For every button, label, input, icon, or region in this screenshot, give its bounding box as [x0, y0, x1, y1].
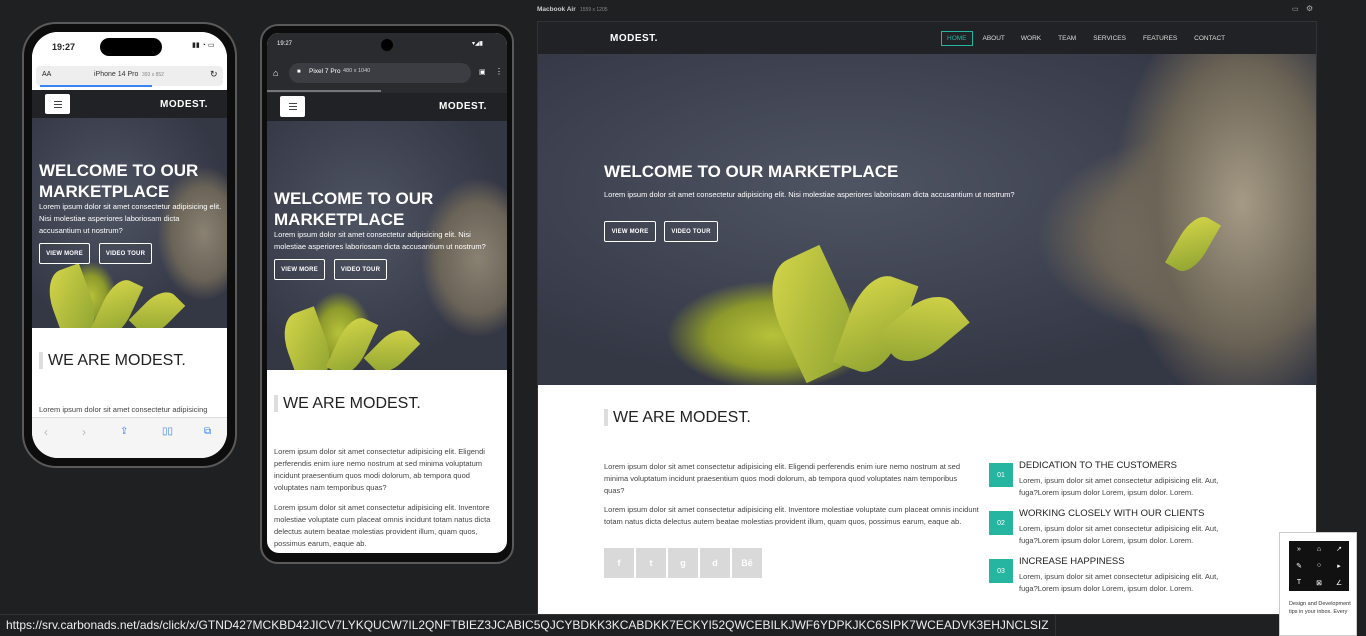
nav-item-work[interactable]: WORK — [1021, 31, 1041, 46]
line-icon: ∠ — [1335, 579, 1343, 587]
feature-item: 02 WORKING CLOSELY WITH OUR CLIENTS Lore… — [989, 506, 1239, 552]
ad-text: Design and Development tips in your inbo… — [1289, 601, 1351, 615]
ad-image: » ⌂ ↗ ✎ ○ ▸ T ⊠ ∠ — [1289, 541, 1349, 591]
pixel-screen: 19:27 ▾◢▮ ⌂ ■ Pixel 7 Pro 480 x 1040 ▣ ⋮… — [267, 33, 507, 553]
dribbble-icon[interactable]: d — [700, 548, 730, 578]
device-label: Pixel 7 Pro — [309, 68, 341, 75]
hamburger-menu-icon[interactable] — [280, 96, 305, 117]
text-icon: T — [1296, 579, 1302, 587]
section-paragraph-2: Lorem ipsum dolor sit amet consectetur a… — [604, 505, 979, 526]
section-paragraph-2: Lorem ipsum dolor sit amet consectetur a… — [274, 503, 491, 548]
section-paragraph-1: Lorem ipsum dolor sit amet consectetur a… — [274, 447, 485, 492]
text-size-button[interactable]: AA — [42, 71, 51, 78]
reload-icon[interactable]: ↻ — [210, 69, 218, 80]
status-bar-url: https://srv.carbonads.net/ads/click/x/GT… — [0, 614, 1056, 636]
section-paragraph-1: Lorem ipsum dolor sit amet consectetur a… — [604, 462, 961, 495]
nav-item-services[interactable]: SERVICES — [1093, 31, 1126, 46]
facebook-icon[interactable]: f — [604, 548, 634, 578]
nav-item-contact[interactable]: CONTACT — [1194, 31, 1225, 46]
device-dims: 393 x 852 — [142, 72, 164, 78]
video-tour-button[interactable]: VIDEO TOUR — [334, 259, 387, 280]
hero-section — [538, 54, 1316, 385]
feature-number-badge: 03 — [989, 559, 1013, 583]
tabs-icon[interactable]: ▣ — [479, 68, 486, 76]
nav-item-home[interactable]: HOME — [941, 31, 973, 46]
feature-title: WORKING CLOSELY WITH OUR CLIENTS — [1019, 508, 1205, 519]
google-icon[interactable]: g — [668, 548, 698, 578]
iphone-frame: 19:27 ▮▮ ◔ ▭ AA iPhone 14 Pro 393 x 852 … — [22, 22, 237, 468]
nav-item-about[interactable]: ABOUT — [983, 31, 1005, 46]
feature-item: 03 INCREASE HAPPINESS Lorem, ipsum dolor… — [989, 554, 1239, 600]
device-dims: 480 x 1040 — [343, 68, 371, 74]
lasso-icon: ○ — [1316, 562, 1322, 570]
signal-icons: ▮▮ ◔ ▭ — [192, 42, 215, 49]
feature-text: Lorem, ipsum dolor sit amet consectetur … — [1019, 476, 1219, 497]
settings-icon[interactable]: ⚙ — [1306, 4, 1313, 13]
screenshot-icon[interactable]: ▭ — [1292, 5, 1299, 13]
twitter-icon[interactable]: t — [636, 548, 666, 578]
social-icons: f t g d Bē — [604, 548, 762, 578]
arrow-icon: ↗ — [1336, 546, 1342, 554]
browser-toolbar — [32, 417, 227, 458]
frame-icon: ⊠ — [1316, 579, 1322, 587]
feature-title: DEDICATION TO THE CUSTOMERS — [1019, 460, 1178, 471]
lock-icon: ■ — [297, 69, 301, 75]
feature-text: Lorem, ipsum dolor sit amet consectetur … — [1019, 572, 1219, 593]
pen-icon: ✎ — [1296, 562, 1302, 570]
hero-text: Lorem ipsum dolor sit amet consectetur a… — [274, 230, 486, 251]
nav-item-team[interactable]: TEAM — [1058, 31, 1076, 46]
view-more-button[interactable]: VIEW MORE — [274, 259, 325, 280]
hero-text: Lorem ipsum dolor sit amet consectetur a… — [604, 190, 1015, 199]
hero-title: WELCOME TO OUR MARKETPLACE — [274, 189, 434, 229]
feature-text: Lorem, ipsum dolor sit amet consectetur … — [1019, 524, 1219, 545]
device-label: iPhone 14 Pro — [94, 71, 139, 78]
section-paragraph: Lorem ipsum dolor sit amet consectetur a… — [39, 405, 208, 414]
home-icon[interactable]: ⌂ — [273, 68, 278, 78]
camera-dot — [381, 39, 393, 51]
nav-item-features[interactable]: FEATURES — [1143, 31, 1177, 46]
tabs-icon[interactable]: ⧉ — [204, 426, 211, 437]
hero-title: WELCOME TO OUR MARKETPLACE — [604, 162, 899, 181]
hero-text: Lorem ipsum dolor sit amet consectetur a… — [39, 202, 222, 235]
forward-icon[interactable]: › — [82, 425, 86, 439]
site-logo[interactable]: MODEST. — [439, 101, 487, 112]
site-logo[interactable]: MODEST. — [610, 33, 658, 44]
nav-links: HOME ABOUT WORK TEAM SERVICES FEATURES C… — [941, 31, 1225, 46]
feature-number-badge: 02 — [989, 511, 1013, 535]
dynamic-island — [100, 38, 162, 56]
home-icon: ⌂ — [1316, 545, 1322, 553]
iphone-screen: 19:27 ▮▮ ◔ ▭ AA iPhone 14 Pro 393 x 852 … — [32, 32, 227, 458]
feature-title: INCREASE HAPPINESS — [1019, 556, 1125, 567]
cursor-icon: ▸ — [1337, 562, 1341, 570]
pixel-frame: 19:27 ▾◢▮ ⌂ ■ Pixel 7 Pro 480 x 1040 ▣ ⋮… — [260, 24, 514, 564]
site-logo[interactable]: MODEST. — [160, 99, 208, 110]
status-time: 19:27 — [52, 42, 76, 52]
share-icon[interactable]: ⇪ — [120, 426, 128, 437]
back-icon[interactable]: ‹ — [44, 425, 48, 439]
video-tour-button[interactable]: VIDEO TOUR — [664, 221, 718, 242]
section-title: WE ARE MODEST. — [613, 409, 751, 426]
section-title: WE ARE MODEST. — [283, 395, 421, 412]
hamburger-menu-icon[interactable] — [45, 94, 70, 114]
section-title: WE ARE MODEST. — [48, 352, 186, 369]
chevrons-icon: » — [1297, 545, 1301, 553]
signal-icons: ▾◢▮ — [472, 41, 483, 47]
carbon-ad[interactable]: » ⌂ ↗ ✎ ○ ▸ T ⊠ ∠ Design and Development… — [1279, 532, 1357, 636]
desktop-viewport: MODEST. HOME ABOUT WORK TEAM SERVICES FE… — [537, 21, 1317, 615]
feature-item: 01 DEDICATION TO THE CUSTOMERS Lorem, ip… — [989, 458, 1239, 504]
kebab-menu-icon[interactable]: ⋮ — [495, 67, 503, 76]
device-dims: 1559 x 1205 — [580, 7, 608, 13]
feature-number-badge: 01 — [989, 463, 1013, 487]
device-label: Macbook Air — [537, 6, 576, 13]
video-tour-button[interactable]: VIDEO TOUR — [99, 243, 152, 264]
view-more-button[interactable]: VIEW MORE — [604, 221, 656, 242]
behance-icon[interactable]: Bē — [732, 548, 762, 578]
bookmarks-icon[interactable]: ▯▯ — [162, 426, 173, 437]
hero-title: WELCOME TO OUR MARKETPLACE — [39, 161, 199, 201]
status-time: 19:27 — [277, 41, 293, 47]
view-more-button[interactable]: VIEW MORE — [39, 243, 90, 264]
